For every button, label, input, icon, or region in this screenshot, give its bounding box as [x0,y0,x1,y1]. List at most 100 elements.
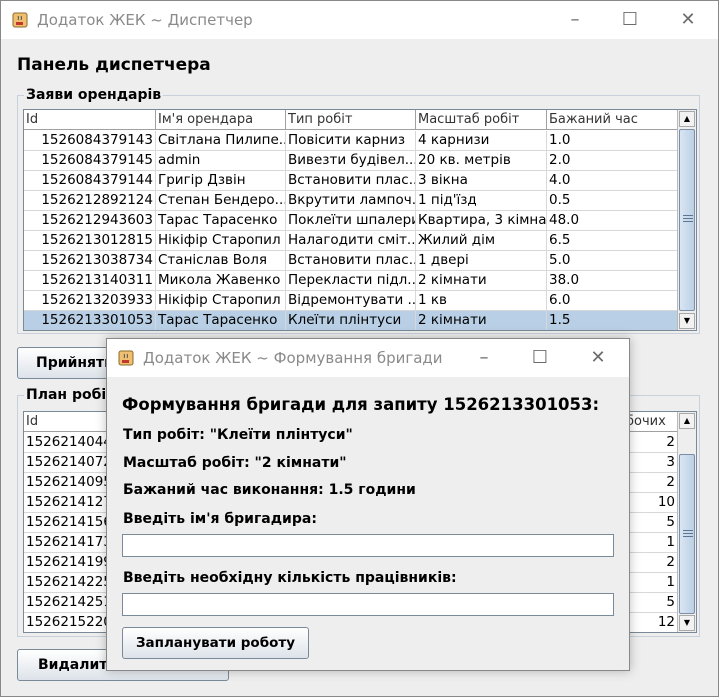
work-type-label: Тип робіт: "Клеїти плінтуси" [123,427,353,443]
maximize-button[interactable]: ☐ [607,1,653,39]
table-cell: 1526084379143 [24,131,156,151]
table-cell: Встановити плас... [286,251,416,271]
table-cell: 1526213203933 [24,291,156,311]
close-button[interactable]: ✕ [665,1,711,39]
close-button[interactable]: ✕ [575,339,621,377]
table-cell: 3 вікна [416,171,547,191]
table-cell: Налагодити сміт... [286,231,416,251]
table-row[interactable]: 1526212892124 Степан Бендеро... Вкрутити л… [24,191,678,211]
table-cell: Микола Жавенко [156,271,286,291]
table-row[interactable]: 1526213012815 Нікіфір Старопил Налагодити … [24,231,678,251]
table-cell: 12 [624,613,678,632]
table-cell: 1 [624,533,678,553]
column-header[interactable]: бочих [624,412,678,432]
table-cell: 1 кв [416,291,547,311]
table-row[interactable]: 1526084379145 admin Вивезти будівел... 20 к… [24,151,678,171]
dialog-titlebar[interactable]: Додаток ЖЕК ~ Формування бригади – ☐ ✕ [107,339,629,377]
column-header[interactable]: Масштаб робіт [416,110,547,130]
column-header[interactable]: Id [24,110,156,130]
workers-count-input[interactable] [122,593,614,616]
table-cell: 2 кімнати [416,311,547,330]
table-cell: 1526213301053 [24,311,156,330]
main-titlebar[interactable]: Додаток ЖЕК ~ Диспетчер – ☐ ✕ [1,1,718,39]
table-row[interactable]: 1526213140311 Микола Жавенко Перекласти пі… [24,271,678,291]
table-cell: 2 [624,433,678,453]
table-cell: 5 [624,593,678,613]
table-cell: 0.5 [547,191,678,211]
table-cell: Повісити карниз [286,131,416,151]
requests-legend: Заяви орендарів [26,87,162,103]
table-cell: 1526084379145 [24,151,156,171]
work-scale-label: Масштаб робіт: "2 кімнати" [123,455,347,471]
table-cell: Поклеїти шпалери [286,211,416,231]
scrollbar-thumb[interactable] [679,129,695,311]
table-cell: 3 [624,453,678,473]
table-cell: 4.0 [547,171,678,191]
table-cell: Клеїти плінтуси [286,311,416,330]
table-row[interactable]: 1526213038734 Станіслав Воля Встановити пл… [24,251,678,271]
table-row[interactable]: 1526084379144 Григір Дзвін Встановити плас… [24,171,678,191]
scrollbar-thumb[interactable] [679,454,695,614]
table-cell: Вкрутити лампоч... [286,191,416,211]
table-cell: 1526212943603 [24,211,156,231]
table-cell: 2 [624,553,678,573]
table-row[interactable]: 1526213203933 Нікіфір Старопил Відремонтув… [24,291,678,311]
schedule-work-button[interactable]: Запланувати роботу [122,627,309,659]
table-row[interactable]: 1526213301053 Тарас Тарасенко Клеїти плінт… [24,311,678,330]
table-cell: 1526084379144 [24,171,156,191]
java-cup-icon [12,12,28,28]
column-header[interactable]: Тип робіт [286,110,416,130]
table-cell: 6.5 [547,231,678,251]
table-cell: Степан Бендеро... [156,191,286,211]
table-cell: 1526212892124 [24,191,156,211]
table-cell: 1526213012815 [24,231,156,251]
table-cell: 48.0 [547,211,678,231]
table-cell: Вивезти будівел... [286,151,416,171]
table-cell: 1 під'їзд [416,191,547,211]
table-cell: 20 кв. метрів [416,151,547,171]
dialog-title: Додаток ЖЕК ~ Формування бригади [143,349,443,367]
column-header[interactable]: Бажаний час [547,110,678,130]
table-row[interactable]: 1526212943603 Тарас Тарасенко Поклеїти шпа… [24,211,678,231]
foreman-name-input[interactable] [122,534,614,557]
minimize-button[interactable]: – [552,1,598,39]
foreman-label: Введіть ім'я бригадира: [123,511,317,527]
table-cell: Нікіфір Старопил [156,291,286,311]
maximize-button[interactable]: ☐ [517,339,563,377]
table-cell: Тарас Тарасенко [156,211,286,231]
table-cell: 1526213038734 [24,251,156,271]
plan-legend: План робіт [26,387,115,403]
scroll-up-arrow-icon[interactable]: ▲ [679,413,695,429]
minimize-button[interactable]: – [461,339,507,377]
requests-table[interactable]: Id Ім'я орендара Тип робіт Масштаб робіт Баж… [23,109,697,331]
java-cup-icon [118,350,134,366]
table-cell: Нікіфір Старопил [156,231,286,251]
plan-scrollbar[interactable]: ▲ ▼ [677,412,696,632]
column-header[interactable]: Ім'я орендара [156,110,286,130]
table-cell: 1.5 [547,311,678,330]
table-cell: 1526213140311 [24,271,156,291]
dialog-heading: Формування бригади для запиту 1526213301… [122,395,600,414]
table-cell: Квартира, 3 кімна... [416,211,547,231]
table-cell: Відремонтувати ... [286,291,416,311]
panel-title: Панель диспетчера [17,55,211,75]
table-cell: 1 [624,573,678,593]
scroll-down-arrow-icon[interactable]: ▼ [679,615,695,631]
table-cell: 38.0 [547,271,678,291]
table-cell: Встановити плас... [286,171,416,191]
table-cell: 2 [624,473,678,493]
table-cell: 5.0 [547,251,678,271]
scroll-down-arrow-icon[interactable]: ▼ [679,313,695,329]
requests-scrollbar[interactable]: ▲ ▼ [677,110,696,330]
brigade-dialog: Додаток ЖЕК ~ Формування бригади – ☐ ✕ Ф… [106,338,630,671]
requests-table-header: Id Ім'я орендара Тип робіт Масштаб робіт Баж… [24,110,678,130]
table-cell: 1 двері [416,251,547,271]
table-cell: 1.0 [547,131,678,151]
table-cell: admin [156,151,286,171]
table-cell: 2 кімнати [416,271,547,291]
table-row[interactable]: 1526084379143 Світлана Пилипе... Повісити … [24,131,678,151]
scroll-up-arrow-icon[interactable]: ▲ [679,111,695,127]
desired-time-label: Бажаний час виконання: 1.5 години [123,482,416,498]
table-cell: 6.0 [547,291,678,311]
table-cell: Перекласти підл... [286,271,416,291]
